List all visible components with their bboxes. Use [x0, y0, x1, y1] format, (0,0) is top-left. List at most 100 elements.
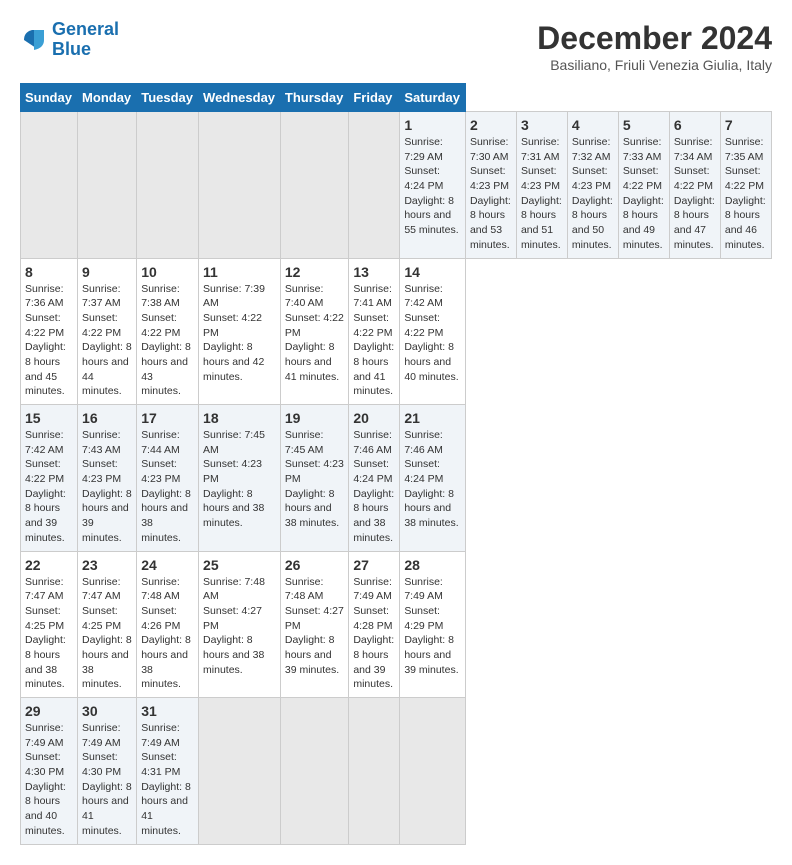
- sunset: Sunset: 4:27 PM: [203, 605, 262, 632]
- sunrise: Sunrise: 7:49 AM: [82, 722, 121, 749]
- calendar-table: SundayMondayTuesdayWednesdayThursdayFrid…: [20, 83, 772, 845]
- sunrise: Sunrise: 7:47 AM: [25, 576, 64, 603]
- cell-content: Sunrise: 7:47 AMSunset: 4:25 PMDaylight:…: [82, 575, 132, 693]
- daylight: Daylight: 8 hours and 38 minutes.: [353, 488, 394, 544]
- sunset: Sunset: 4:22 PM: [285, 312, 344, 339]
- cell-content: Sunrise: 7:36 AMSunset: 4:22 PMDaylight:…: [25, 282, 73, 400]
- calendar-cell: [280, 698, 348, 845]
- calendar-week-row: 29Sunrise: 7:49 AMSunset: 4:30 PMDayligh…: [21, 698, 772, 845]
- sunrise: Sunrise: 7:38 AM: [141, 283, 180, 310]
- cell-content: Sunrise: 7:48 AMSunset: 4:27 PMDaylight:…: [203, 575, 276, 678]
- calendar-cell: 4Sunrise: 7:32 AMSunset: 4:23 PMDaylight…: [567, 112, 618, 259]
- day-number: 13: [353, 264, 395, 280]
- sunset: Sunset: 4:30 PM: [25, 751, 64, 778]
- sunset: Sunset: 4:28 PM: [353, 605, 392, 632]
- day-number: 19: [285, 410, 344, 426]
- daylight: Daylight: 8 hours and 46 minutes.: [725, 195, 766, 251]
- cell-content: Sunrise: 7:31 AMSunset: 4:23 PMDaylight:…: [521, 135, 563, 253]
- day-number: 29: [25, 703, 73, 719]
- day-number: 5: [623, 117, 665, 133]
- calendar-cell: 25Sunrise: 7:48 AMSunset: 4:27 PMDayligh…: [199, 551, 281, 698]
- sunset: Sunset: 4:22 PM: [203, 312, 262, 339]
- cell-content: Sunrise: 7:42 AMSunset: 4:22 PMDaylight:…: [404, 282, 461, 385]
- calendar-cell: [349, 698, 400, 845]
- sunset: Sunset: 4:24 PM: [404, 458, 443, 485]
- daylight: Daylight: 8 hours and 39 minutes.: [404, 634, 458, 675]
- sunrise: Sunrise: 7:34 AM: [674, 136, 713, 163]
- calendar-cell: 27Sunrise: 7:49 AMSunset: 4:28 PMDayligh…: [349, 551, 400, 698]
- daylight: Daylight: 8 hours and 41 minutes.: [353, 341, 394, 397]
- daylight: Daylight: 8 hours and 50 minutes.: [572, 195, 613, 251]
- sunrise: Sunrise: 7:35 AM: [725, 136, 764, 163]
- day-number: 23: [82, 557, 132, 573]
- cell-content: Sunrise: 7:29 AMSunset: 4:24 PMDaylight:…: [404, 135, 461, 238]
- sunrise: Sunrise: 7:42 AM: [404, 283, 443, 310]
- sunrise: Sunrise: 7:32 AM: [572, 136, 611, 163]
- sunrise: Sunrise: 7:29 AM: [404, 136, 443, 163]
- sunset: Sunset: 4:23 PM: [470, 165, 509, 192]
- sunset: Sunset: 4:22 PM: [82, 312, 121, 339]
- daylight: Daylight: 8 hours and 38 minutes.: [141, 488, 191, 544]
- cell-content: Sunrise: 7:40 AMSunset: 4:22 PMDaylight:…: [285, 282, 344, 385]
- cell-content: Sunrise: 7:42 AMSunset: 4:22 PM Daylight:…: [25, 428, 73, 546]
- day-number: 28: [404, 557, 461, 573]
- sunrise: Sunrise: 7:42 AM: [25, 429, 64, 456]
- sunset: Sunset: 4:24 PM: [404, 165, 443, 192]
- sunset: Sunset: 4:22 PM: [725, 165, 764, 192]
- sunset: Sunset: 4:23 PM: [82, 458, 121, 485]
- sunrise: Sunrise: 7:39 AM: [203, 283, 265, 310]
- daylight: Daylight: 8 hours and 38 minutes.: [285, 488, 339, 529]
- cell-content: Sunrise: 7:44 AMSunset: 4:23 PMDaylight:…: [141, 428, 194, 546]
- sunrise: Sunrise: 7:49 AM: [25, 722, 64, 749]
- day-number: 30: [82, 703, 132, 719]
- calendar-cell: 28 Sunrise: 7:49 AMSunset: 4:29 PMDayligh…: [400, 551, 466, 698]
- cell-content: Sunrise: 7:49 AMSunset: 4:30 PM Daylight:…: [25, 721, 73, 839]
- calendar-cell: [199, 698, 281, 845]
- sunset: Sunset: 4:22 PM: [25, 458, 64, 485]
- title-block: December 2024 Basiliano, Friuli Venezia …: [537, 20, 772, 73]
- calendar-cell: 22Sunrise: 7:47 AMSunset: 4:25 PMDayligh…: [21, 551, 78, 698]
- sunrise: Sunrise: 7:49 AM: [404, 576, 443, 603]
- day-number: 12: [285, 264, 344, 280]
- calendar-cell: 6Sunrise: 7:34 AMSunset: 4:22 PMDaylight…: [669, 112, 720, 259]
- calendar-cell: 31Sunrise: 7:49 AMSunset: 4:31 PMDayligh…: [137, 698, 199, 845]
- daylight: Daylight: 8 hours and 38 minutes.: [82, 634, 132, 690]
- logo-icon: [20, 26, 48, 54]
- header-tuesday: Tuesday: [137, 84, 199, 112]
- daylight: Daylight: 8 hours and 38 minutes.: [203, 634, 264, 675]
- daylight: Daylight: 8 hours and 42 minutes.: [203, 341, 264, 382]
- daylight: Daylight: 8 hours and 40 minutes.: [25, 781, 66, 837]
- sunrise: Sunrise: 7:48 AM: [203, 576, 265, 603]
- calendar-cell: 30Sunrise: 7:49 AMSunset: 4:30 PMDayligh…: [78, 698, 137, 845]
- sunset: Sunset: 4:22 PM: [353, 312, 392, 339]
- sunrise: Sunrise: 7:47 AM: [82, 576, 121, 603]
- cell-content: Sunrise: 7:43 AMSunset: 4:23 PMDaylight:…: [82, 428, 132, 546]
- day-number: 22: [25, 557, 73, 573]
- cell-content: Sunrise: 7:48 AMSunset: 4:26 PMDaylight:…: [141, 575, 194, 693]
- header-monday: Monday: [78, 84, 137, 112]
- calendar-header-row: SundayMondayTuesdayWednesdayThursdayFrid…: [21, 84, 772, 112]
- calendar-cell: [400, 698, 466, 845]
- sunrise: Sunrise: 7:49 AM: [353, 576, 392, 603]
- calendar-cell: [349, 112, 400, 259]
- daylight: Daylight: 8 hours and 39 minutes.: [25, 488, 66, 544]
- daylight: Daylight: 8 hours and 38 minutes.: [404, 488, 458, 529]
- sunset: Sunset: 4:27 PM: [285, 605, 344, 632]
- daylight: Daylight: 8 hours and 45 minutes.: [25, 341, 66, 397]
- sunset: Sunset: 4:29 PM: [404, 605, 443, 632]
- sunset: Sunset: 4:24 PM: [353, 458, 392, 485]
- cell-content: Sunrise: 7:39 AMSunset: 4:22 PMDaylight:…: [203, 282, 276, 385]
- sunrise: Sunrise: 7:37 AM: [82, 283, 121, 310]
- logo-line2: Blue: [52, 39, 91, 59]
- calendar-cell: 13Sunrise: 7:41 AMSunset: 4:22 PMDayligh…: [349, 258, 400, 405]
- header-thursday: Thursday: [280, 84, 348, 112]
- calendar-week-row: 8Sunrise: 7:36 AMSunset: 4:22 PMDaylight…: [21, 258, 772, 405]
- calendar-week-row: 15Sunrise: 7:42 AMSunset: 4:22 PMDayligh…: [21, 405, 772, 552]
- daylight: Daylight: 8 hours and 38 minutes.: [203, 488, 264, 529]
- day-number: 10: [141, 264, 194, 280]
- day-number: 7: [725, 117, 767, 133]
- calendar-cell: [137, 112, 199, 259]
- header-saturday: Saturday: [400, 84, 466, 112]
- calendar-cell: 8Sunrise: 7:36 AMSunset: 4:22 PMDaylight…: [21, 258, 78, 405]
- calendar-cell: [78, 112, 137, 259]
